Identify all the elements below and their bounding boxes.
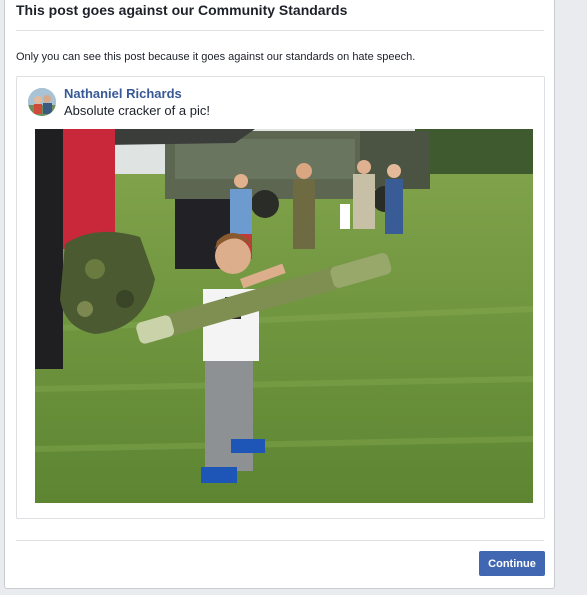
post-card: Nathaniel Richards Absolute cracker of a… <box>16 76 545 519</box>
author-name-link[interactable]: Nathaniel Richards <box>64 86 182 101</box>
continue-button[interactable]: Continue <box>479 551 545 576</box>
avatar[interactable] <box>28 88 56 116</box>
header-divider <box>16 30 544 31</box>
avatar-image <box>28 88 56 116</box>
hate-speech-notice: Only you can see this post because it go… <box>16 51 416 63</box>
post-text: Absolute cracker of a pic! <box>64 103 210 118</box>
post-photo[interactable] <box>35 129 533 503</box>
post-photo-image <box>35 129 533 503</box>
community-standards-dialog: This post goes against our Community Sta… <box>4 0 555 589</box>
dialog-title: This post goes against our Community Sta… <box>16 2 348 18</box>
footer-divider <box>16 540 544 541</box>
